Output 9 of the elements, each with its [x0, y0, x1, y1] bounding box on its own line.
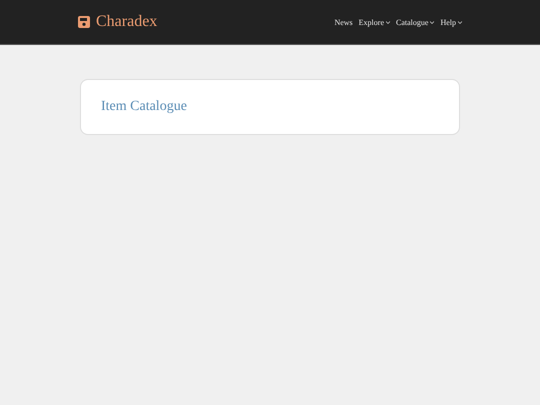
nav-link[interactable]: News [334, 18, 353, 26]
caret-icon [430, 20, 434, 24]
brand-link[interactable]: Charadex [78, 13, 158, 31]
page-title: Item Catalogue [101, 99, 187, 115]
caret-icon [386, 20, 390, 24]
caret-icon [458, 20, 462, 24]
nav-link[interactable]: Help [440, 18, 462, 26]
nav-link[interactable]: Explore [358, 18, 390, 26]
nav-link[interactable]: Catalogue [396, 18, 434, 26]
